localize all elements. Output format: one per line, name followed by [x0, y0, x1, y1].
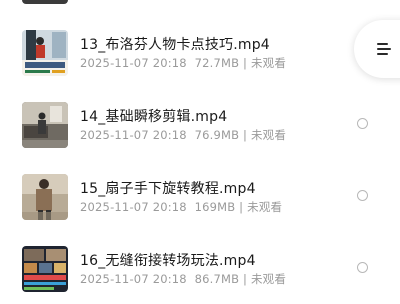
- file-date: 2025-11-07 20:18: [80, 128, 187, 142]
- video-file-list: 13_布洛芬人物卡点技巧.mp4 2025-11-07 20:18 72.7MB…: [0, 0, 400, 300]
- file-size: 76.9MB: [194, 128, 240, 142]
- watch-status: 未观看: [250, 128, 287, 142]
- file-size: 169MB: [194, 200, 236, 214]
- file-meta: 2025-11-07 20:18 169MB | 未观看: [80, 200, 283, 214]
- video-thumbnail-image: [22, 174, 68, 220]
- video-thumbnail: [22, 102, 68, 148]
- video-thumbnail: [22, 174, 68, 220]
- select-radio[interactable]: [357, 118, 368, 129]
- file-name: 14_基础瞬移剪辑.mp4: [80, 109, 228, 125]
- video-thumbnail: [22, 30, 68, 76]
- file-item[interactable]: 14_基础瞬移剪辑.mp4 2025-11-07 20:18 76.9MB | …: [0, 102, 400, 160]
- file-name: 15_扇子手下旋转教程.mp4: [80, 181, 256, 197]
- video-thumbnail-image: [22, 30, 68, 76]
- file-name: 13_布洛芬人物卡点技巧.mp4: [80, 37, 270, 53]
- file-item[interactable]: 13_布洛芬人物卡点技巧.mp4 2025-11-07 20:18 72.7MB…: [0, 30, 400, 88]
- watch-status: 未观看: [250, 56, 287, 70]
- file-meta: 2025-11-07 20:18 86.7MB | 未观看: [80, 272, 287, 286]
- file-date: 2025-11-07 20:18: [80, 272, 187, 286]
- file-item[interactable]: 15_扇子手下旋转教程.mp4 2025-11-07 20:18 169MB |…: [0, 174, 400, 232]
- file-item[interactable]: 16_无缝衔接转场玩法.mp4 2025-11-07 20:18 86.7MB …: [0, 246, 400, 304]
- select-radio[interactable]: [357, 190, 368, 201]
- file-meta: 2025-11-07 20:18 76.9MB | 未观看: [80, 128, 287, 142]
- file-date: 2025-11-07 20:18: [80, 200, 187, 214]
- file-date: 2025-11-07 20:18: [80, 56, 187, 70]
- video-thumbnail-image: [22, 102, 68, 148]
- video-thumbnail: [22, 246, 68, 292]
- select-radio[interactable]: [357, 262, 368, 273]
- file-size: 72.7MB: [194, 56, 240, 70]
- watch-status: 未观看: [247, 200, 283, 214]
- video-thumbnail-image: [22, 246, 68, 292]
- file-meta: 2025-11-07 20:18 72.7MB | 未观看: [80, 56, 287, 70]
- menu-icon: [377, 43, 391, 55]
- file-size: 86.7MB: [194, 272, 240, 286]
- watch-status: 未观看: [250, 272, 287, 286]
- file-name: 16_无缝衔接转场玩法.mp4: [80, 253, 256, 269]
